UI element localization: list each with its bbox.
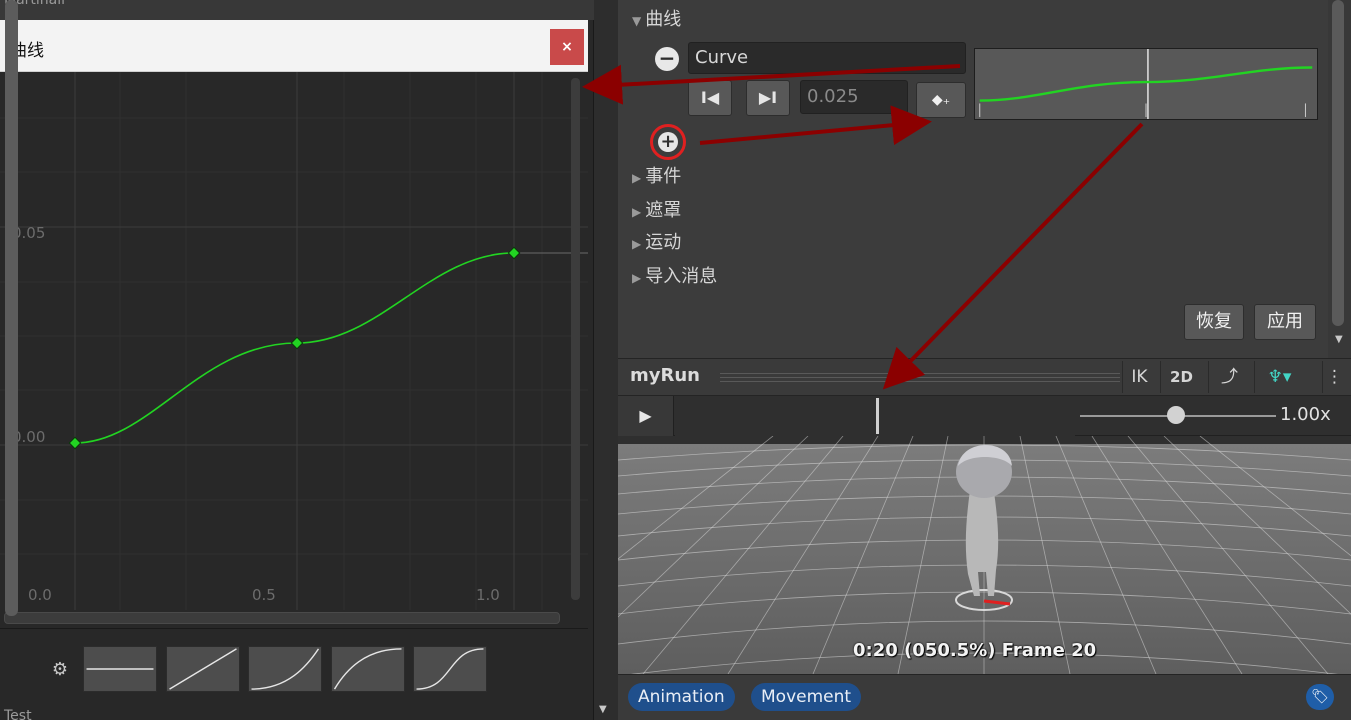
x-tick-label: 0.5 — [252, 586, 276, 604]
playhead[interactable] — [876, 398, 879, 434]
section-import-messages[interactable]: ▶ 导入消息 — [632, 262, 717, 288]
collapsed-triangle-icon: ▶ — [632, 171, 642, 185]
expanded-triangle-icon: ▼ — [632, 14, 642, 28]
curve-preview[interactable] — [974, 48, 1318, 120]
section-events[interactable]: ▶ 事件 — [632, 162, 681, 188]
preset-constant[interactable] — [83, 646, 157, 692]
previous-key-button[interactable]: I◀ — [688, 80, 732, 116]
header-divider — [720, 377, 1120, 378]
more-options-icon[interactable]: ⋮ — [1322, 361, 1346, 393]
horizontal-scrollbar[interactable] — [4, 612, 560, 624]
preset-linear[interactable] — [166, 646, 240, 692]
clip-name: myRun — [630, 365, 700, 386]
curve-window-titlebar: 曲线 — [0, 20, 588, 72]
x-tick-label: 1.0 — [476, 586, 500, 604]
apply-button[interactable]: 应用 — [1254, 304, 1316, 340]
section-label: 运动 — [645, 232, 682, 253]
label-chip-animation[interactable]: Animation — [628, 683, 735, 711]
inspector-scrollbar-thumb[interactable] — [1332, 0, 1344, 326]
speed-value: 1.00x — [1280, 404, 1331, 425]
collapsed-triangle-icon: ▶ — [632, 205, 642, 219]
background-panel-label: Test — [4, 708, 32, 720]
preset-ease-in[interactable] — [248, 646, 322, 692]
vertical-scrollbar[interactable] — [571, 78, 580, 600]
ik-toggle[interactable]: IK — [1122, 361, 1156, 393]
section-curves[interactable]: ▼ 曲线 — [632, 5, 681, 31]
preview-viewport[interactable] — [618, 436, 1351, 674]
root: Martinail 曲线 × 0.05 0.00 0.0 0.5 1.0 ⚙ T… — [0, 0, 1351, 720]
plus-icon: + — [658, 132, 678, 152]
play-button[interactable]: ▶ — [618, 396, 674, 436]
panel-scrollbar-thumb[interactable] — [5, 0, 18, 616]
curve-graph[interactable]: 0.05 0.00 0.0 0.5 1.0 — [0, 72, 588, 628]
scroll-down-icon[interactable]: ▼ — [1335, 334, 1343, 345]
frame-info: 0:20 (050.5%) Frame 20 — [853, 640, 1097, 661]
section-label: 导入消息 — [645, 266, 718, 287]
collapsed-triangle-icon: ▶ — [632, 271, 642, 285]
pivot-icon[interactable]: ⤴ — [1208, 361, 1250, 393]
header-divider — [720, 373, 1120, 374]
label-chip-movement[interactable]: Movement — [751, 683, 862, 711]
curve-value-field[interactable]: 0.025 — [800, 80, 908, 114]
panel-scrollbar[interactable] — [594, 0, 618, 720]
add-key-button[interactable]: ◆₊ — [916, 82, 966, 118]
section-mask[interactable]: ▶ 遮罩 — [632, 196, 681, 222]
2d-toggle[interactable]: 2D — [1160, 361, 1202, 393]
preset-ease-in-out[interactable] — [413, 646, 487, 692]
section-label: 事件 — [645, 166, 682, 187]
add-curve-button[interactable]: + — [650, 124, 686, 160]
background-panel: Martinail — [0, 0, 594, 20]
section-motion[interactable]: ▶ 运动 — [632, 228, 681, 254]
preset-ease-out[interactable] — [331, 646, 405, 692]
revert-button[interactable]: 恢复 — [1184, 304, 1244, 340]
section-curves-label: 曲线 — [645, 9, 682, 30]
timeline[interactable] — [675, 396, 1075, 436]
avatar-icon[interactable]: ♆▾ — [1254, 361, 1304, 393]
speed-slider-knob[interactable] — [1167, 406, 1185, 424]
x-tick-label: 0.0 — [28, 586, 52, 604]
close-button[interactable]: × — [550, 29, 584, 65]
next-key-button[interactable]: ▶I — [746, 80, 790, 116]
scroll-down-icon[interactable]: ▼ — [599, 704, 607, 715]
remove-curve-button[interactable]: − — [655, 47, 679, 71]
curve-name-field[interactable]: Curve — [688, 42, 966, 74]
collapsed-triangle-icon: ▶ — [632, 237, 642, 251]
section-label: 遮罩 — [645, 200, 682, 221]
header-divider — [720, 381, 1120, 382]
label-icon[interactable]: 🏷 — [1306, 684, 1334, 710]
gear-icon[interactable]: ⚙ — [50, 660, 70, 680]
